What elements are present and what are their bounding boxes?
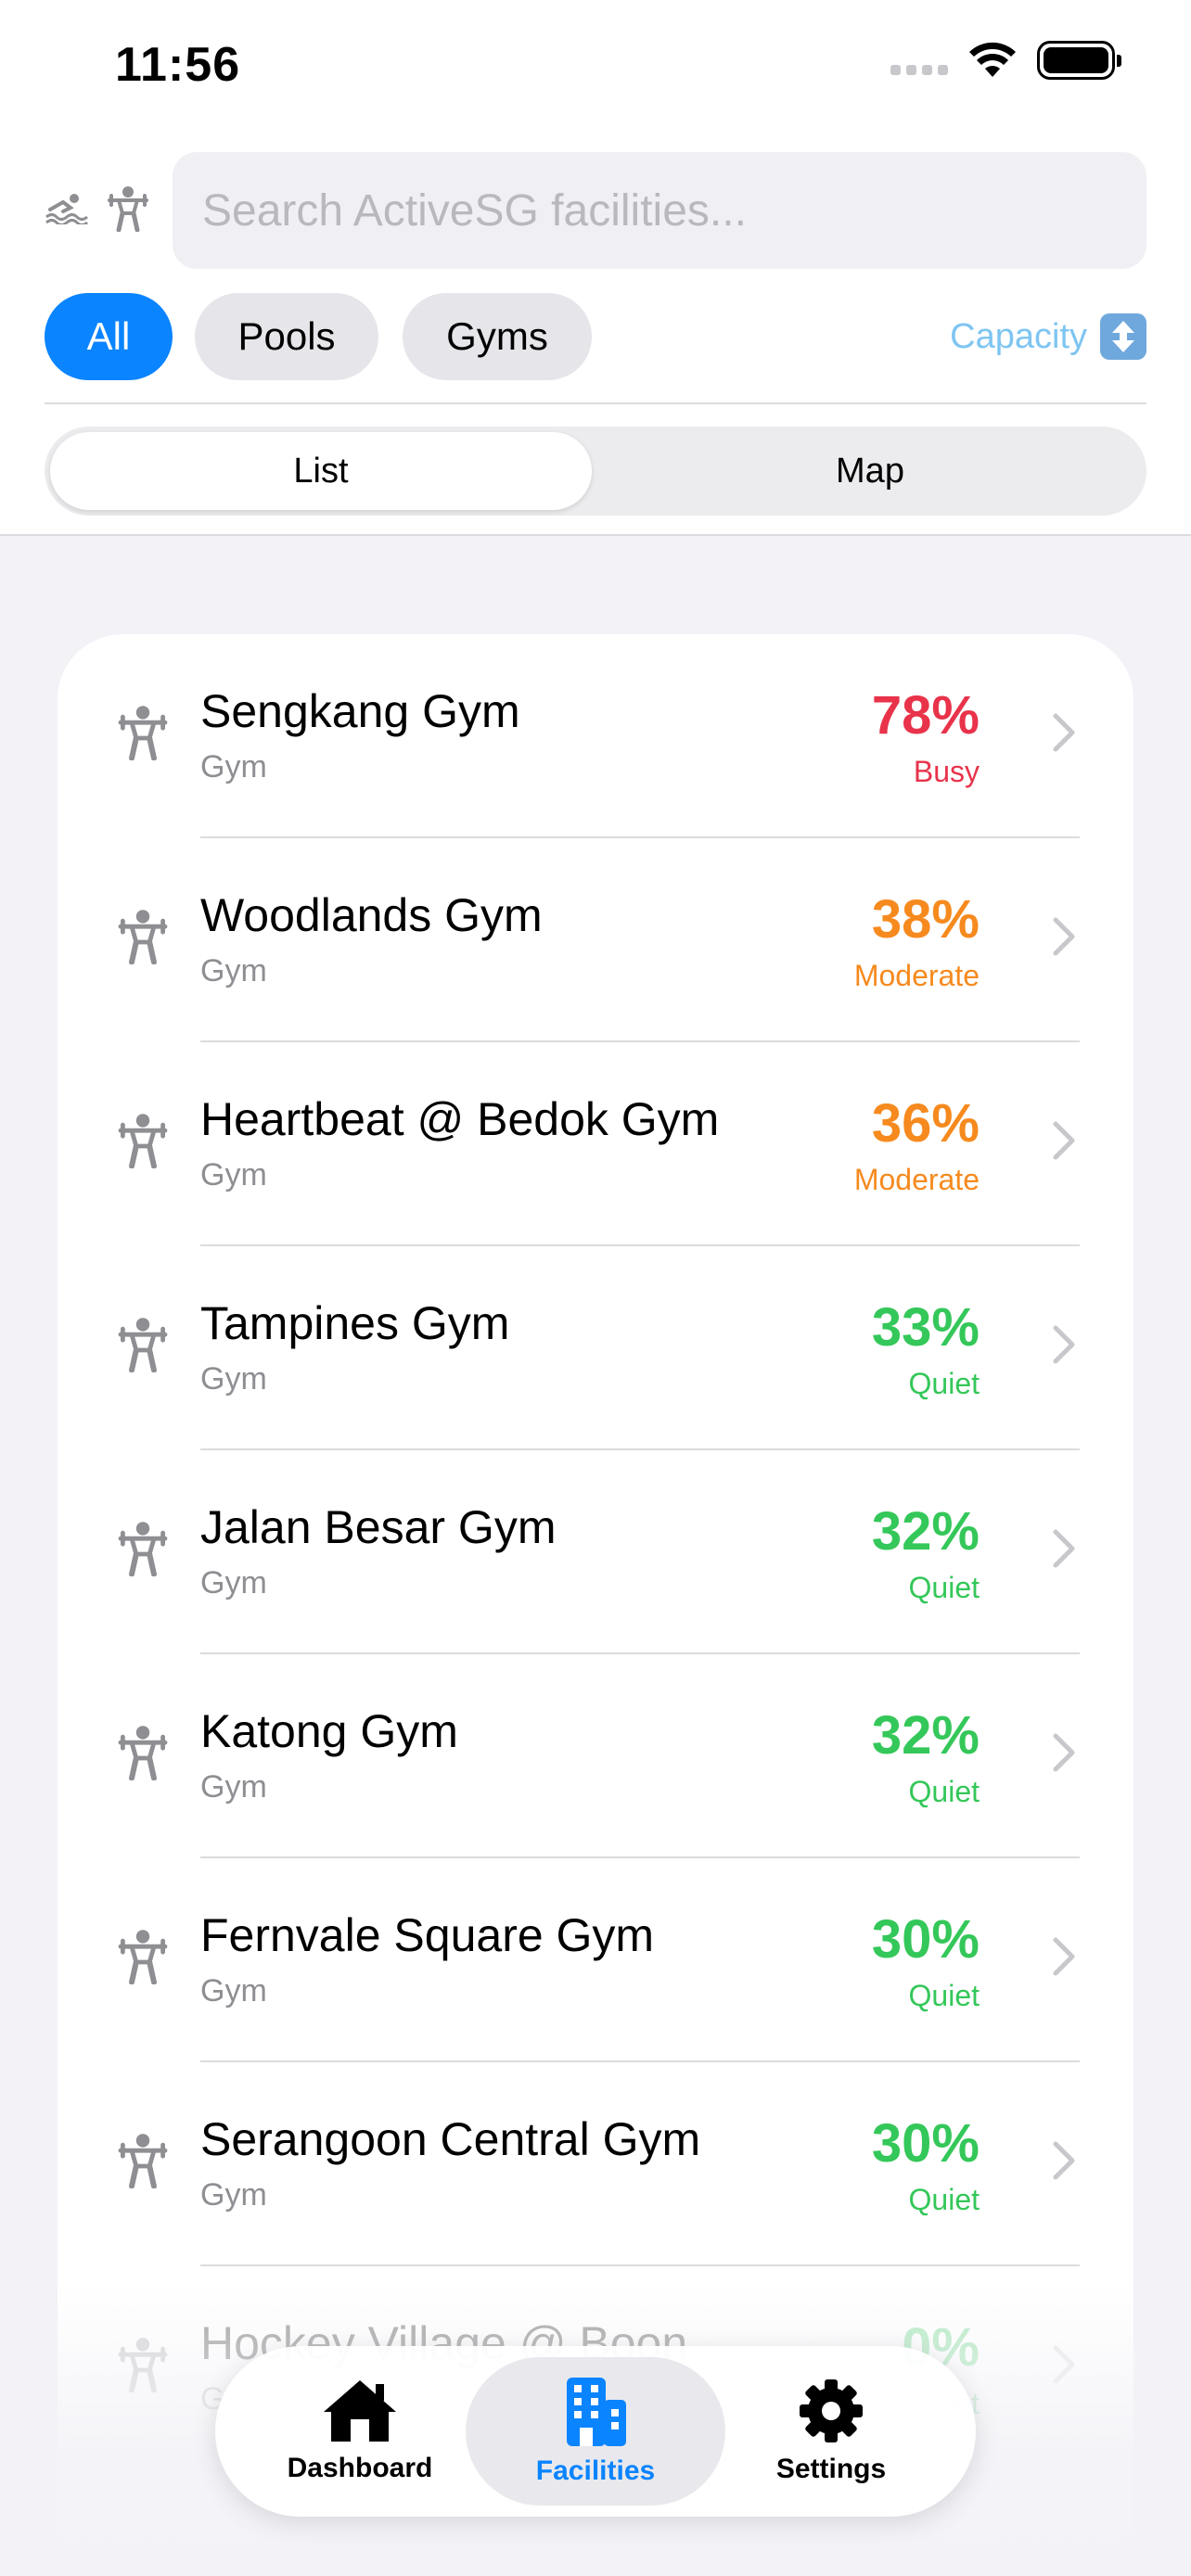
capacity-percent: 32% (871, 1705, 980, 1766)
facility-type: Gym (200, 749, 267, 784)
facility-type: Gym (200, 1769, 267, 1804)
chevron-right-icon (1052, 1732, 1076, 1778)
capacity-percent: 36% (871, 1093, 980, 1154)
weightlifter-icon (115, 909, 171, 969)
weightlifter-icon (115, 1929, 171, 1989)
view-toggle: List Map (45, 427, 1146, 516)
capacity-level: Quiet (908, 2183, 980, 2216)
weightlifter-icon[interactable] (106, 185, 150, 232)
facility-type: Gym (200, 1157, 267, 1192)
chevron-right-icon (1052, 1528, 1076, 1574)
chevron-right-icon (1052, 2140, 1076, 2186)
weightlifter-icon (115, 1317, 171, 1377)
facility-row[interactable]: Woodlands Gym Gym 38% Moderate (58, 838, 1133, 1042)
header-area: 11:56 All Pools Gyms (0, 0, 1191, 536)
sort-capacity-button[interactable]: Capacity (950, 293, 1146, 380)
tab-facilities[interactable]: Facilities (466, 2357, 725, 2506)
swimmer-icon[interactable] (45, 193, 89, 224)
house-icon (324, 2380, 396, 2442)
facility-name: Serangoon Central Gym (200, 2113, 701, 2165)
segment-list[interactable]: List (50, 432, 592, 510)
cellular-signal-icon (890, 64, 948, 75)
tab-dashboard-label: Dashboard (287, 2453, 433, 2483)
status-time: 11:56 (115, 38, 241, 92)
facility-name: Woodlands Gym (200, 889, 543, 941)
facility-type: Gym (200, 1565, 267, 1600)
tab-settings-label: Settings (775, 2454, 887, 2484)
tab-dashboard[interactable]: Dashboard (230, 2357, 490, 2506)
filter-chip-all[interactable]: All (45, 293, 173, 380)
weightlifter-icon (115, 1725, 171, 1785)
battery-icon (1037, 41, 1121, 80)
tab-facilities-label: Facilities (535, 2455, 656, 2486)
facility-row[interactable]: Serangoon Central Gym Gym 30% Quiet (58, 2062, 1133, 2266)
filter-chip-pools[interactable]: Pools (195, 293, 378, 380)
capacity-level: Quiet (908, 1367, 980, 1400)
capacity-level: Moderate (853, 1163, 980, 1196)
facility-name: Jalan Besar Gym (200, 1501, 557, 1553)
chevron-right-icon (1052, 1120, 1076, 1166)
segment-map[interactable]: Map (599, 432, 1141, 510)
chevron-right-icon (1052, 916, 1076, 962)
facility-type: Gym (200, 1973, 267, 2009)
capacity-level: Quiet (908, 1979, 980, 2012)
tab-settings[interactable]: Settings (701, 2357, 961, 2506)
capacity-percent: 78% (871, 685, 980, 746)
capacity-level: Moderate (853, 959, 980, 992)
capacity-percent: 33% (871, 1297, 980, 1358)
weightlifter-icon (115, 2133, 171, 2193)
tab-bar: Dashboard Facilities Settings (215, 2346, 976, 2517)
weightlifter-icon (115, 2337, 171, 2397)
facility-row[interactable]: Tampines Gym Gym 33% Quiet (58, 1246, 1133, 1450)
filter-chip-gyms[interactable]: Gyms (403, 293, 592, 380)
gear-icon (800, 2379, 863, 2442)
sort-label: Capacity (950, 316, 1087, 356)
facility-row[interactable]: Jalan Besar Gym Gym 32% Quiet (58, 1450, 1133, 1654)
facility-name: Katong Gym (200, 1705, 458, 1757)
capacity-percent: 30% (871, 2113, 980, 2174)
building-icon (567, 2378, 626, 2446)
facility-mode-icons (45, 185, 150, 232)
weightlifter-icon (115, 705, 171, 765)
capacity-percent: 32% (871, 1501, 980, 1562)
facility-name: Fernvale Square Gym (200, 1909, 655, 1961)
weightlifter-icon (115, 1113, 171, 1173)
chevron-right-icon (1052, 2344, 1076, 2390)
facility-name: Heartbeat @ Bedok Gym (200, 1093, 720, 1145)
search-box[interactable] (173, 152, 1146, 269)
capacity-percent: 30% (871, 1909, 980, 1970)
facility-row[interactable]: Sengkang Gym Gym 78% Busy (58, 634, 1133, 838)
capacity-level: Busy (913, 755, 980, 788)
facility-name: Sengkang Gym (200, 685, 520, 737)
wifi-icon (969, 42, 1016, 77)
capacity-percent: 38% (871, 889, 980, 950)
facility-type: Gym (200, 1361, 267, 1396)
chevron-right-icon (1052, 1324, 1076, 1370)
facility-list: Sengkang Gym Gym 78% Busy Woodlands Gym Gym 38… (58, 634, 1133, 2576)
facility-row[interactable]: Heartbeat @ Bedok Gym Gym 36% Moderate (58, 1042, 1133, 1246)
facility-type: Gym (200, 953, 267, 988)
facility-type: Gym (200, 2177, 267, 2213)
divider (45, 402, 1146, 404)
capacity-level: Quiet (908, 1571, 980, 1604)
facility-name: Tampines Gym (200, 1297, 510, 1349)
facility-row[interactable]: Fernvale Square Gym Gym 30% Quiet (58, 1858, 1133, 2062)
search-input[interactable] (202, 185, 1146, 236)
chevron-right-icon (1052, 712, 1076, 758)
status-icons (890, 41, 1121, 80)
filter-row: All Pools Gyms Capacity (45, 293, 1146, 380)
facility-row[interactable]: Katong Gym Gym 32% Quiet (58, 1654, 1133, 1858)
capacity-level: Quiet (908, 1775, 980, 1808)
weightlifter-icon (115, 1521, 171, 1581)
up-down-arrow-icon (1100, 313, 1146, 360)
chevron-right-icon (1052, 1936, 1076, 1982)
